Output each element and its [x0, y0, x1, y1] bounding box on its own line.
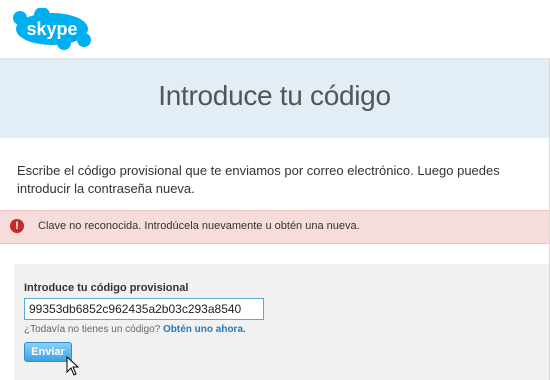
code-field-label: Introduce tu código provisional	[24, 282, 189, 294]
code-form: Introduce tu código provisional ¿Todavía…	[14, 264, 549, 380]
code-input[interactable]	[24, 298, 264, 320]
code-hint-text: ¿Todavía no tienes un código?	[24, 324, 161, 335]
code-hint: ¿Todavía no tienes un código? Obtén uno …	[24, 324, 246, 335]
logo-text: skype	[26, 19, 77, 39]
send-button[interactable]: Enviar	[24, 342, 72, 362]
page-title: Introduce tu código	[158, 80, 391, 111]
error-icon: !	[10, 219, 24, 233]
error-message: Clave no reconocida. Introdúcela nuevame…	[38, 220, 360, 232]
logo-bar: skype	[0, 0, 550, 58]
instructions-text: Escribe el código provisional que te env…	[17, 163, 500, 196]
mouse-cursor-icon	[66, 356, 80, 376]
page: skype Introduce tu código Escribe el cód…	[0, 0, 550, 380]
title-band: Introduce tu código	[0, 58, 549, 138]
error-banner: ! Clave no reconocida. Introdúcela nueva…	[0, 210, 549, 244]
skype-logo: skype	[13, 8, 91, 50]
get-code-link[interactable]: Obtén uno ahora.	[163, 324, 246, 335]
